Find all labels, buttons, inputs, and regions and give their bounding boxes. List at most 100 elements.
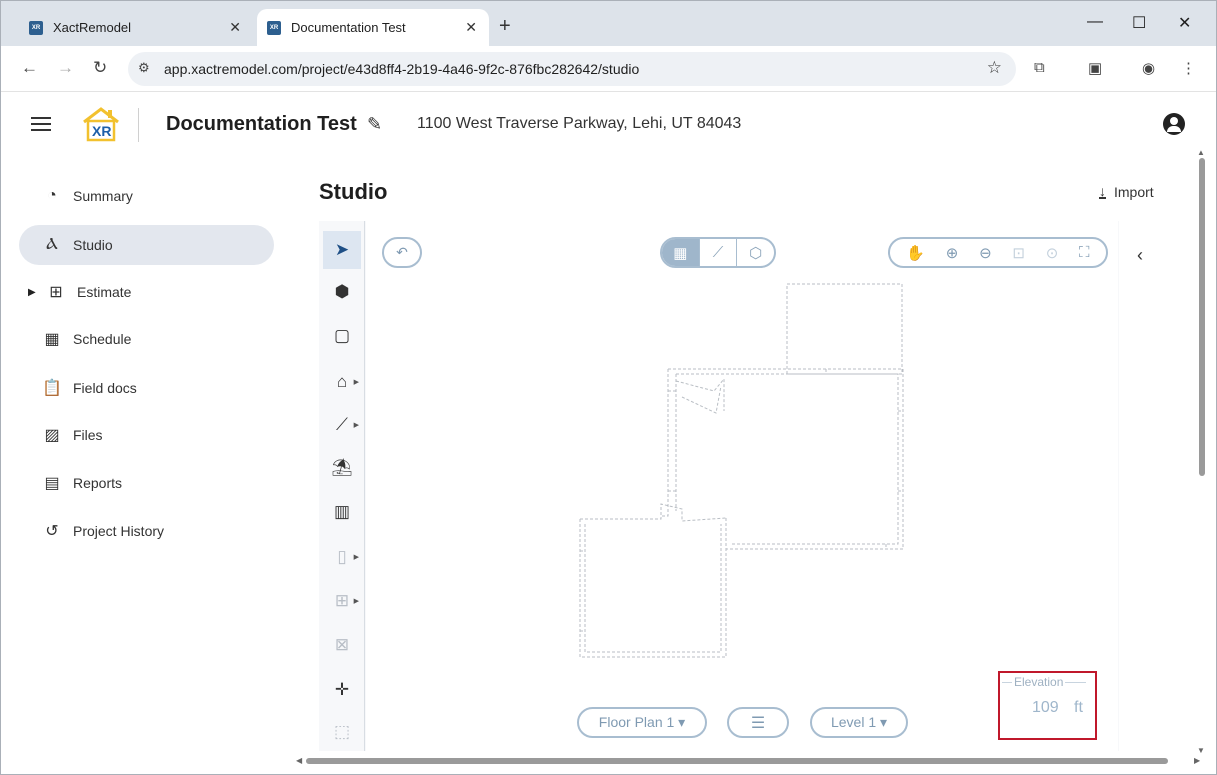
calendar-icon: ▦ [44,331,60,348]
tab-title: XactRemodel [53,20,132,35]
forward-arrow-icon[interactable]: → [57,58,74,78]
menu-dots-icon[interactable]: ⋮ [1181,59,1196,77]
sidebar-item-label: Files [73,427,103,443]
import-button[interactable]: ↓ Import [1099,184,1154,200]
tab-xactremodel[interactable]: XR XactRemodel ✕ [19,9,253,46]
maximize-button[interactable]: ☐ [1132,13,1146,33]
properties-panel-collapsed: ‹ [1119,221,1171,751]
level-dropdown[interactable]: Level 1 ▾ [810,707,908,738]
document-icon: ▤ [44,475,60,492]
sidebar-item-label: Field docs [73,380,137,396]
project-address: 1100 West Traverse Parkway, Lehi, UT 840… [417,115,742,132]
profile-icon[interactable]: ◉ [1142,59,1155,77]
sidebar-item-files[interactable]: ▨ Files [19,415,274,455]
edit-pencil-icon[interactable]: ✎ [367,114,382,135]
square-icon: ▢ [333,326,351,345]
sidebar-item-label: Estimate [77,284,132,300]
sidebar-item-label: Schedule [73,331,132,347]
submenu-arrow-icon: ▶ [353,379,359,386]
sidebar-item-reports[interactable]: ▤ Reports [19,463,274,503]
scrollbar-thumb[interactable] [1199,158,1205,476]
fence-tool[interactable]: ▥ [323,493,361,531]
chevron-left-icon[interactable]: ‹ [1137,245,1143,266]
extensions-icon[interactable]: ⧉ [1034,59,1045,76]
sidebar-item-label: Studio [73,237,113,253]
images-icon: ▨ [44,427,60,444]
rectangle-room-tool[interactable]: ▢ [323,317,361,355]
tab-title: Documentation Test [291,20,406,35]
stairs-icon: ⟋ [336,415,348,434]
clipboard-plus-icon: 📋 [42,380,62,397]
sidebar-nav: ◔ Summary Ⲁ Studio ▶ ⊞ Estimate ▦ Schedu… [1,158,301,768]
expand-caret-icon[interactable]: ▶ [28,287,36,298]
compass-icon: Ⲁ [46,236,58,253]
import-label: Import [1114,184,1154,200]
account-icon[interactable] [1163,113,1185,135]
url-text: app.xactremodel.com/project/e43d8ff4-2b1… [164,61,640,77]
scroll-right-arrow-icon[interactable]: ▶ [1194,756,1200,765]
sidebar-item-label: Reports [73,475,123,491]
xactremodel-logo[interactable]: XR [81,106,121,142]
door-icon: ▯ [337,547,347,566]
sidebar-item-label: Summary [73,188,133,204]
header-divider [138,108,139,142]
floor-plan-dropdown[interactable]: Floor Plan 1 ▾ [577,707,707,738]
tab-documentation-test[interactable]: XR Documentation Test ✕ [257,9,489,46]
horizontal-scrollbar[interactable]: ◀ ▶ [296,756,1204,766]
new-tab-button[interactable]: + [499,15,511,38]
app-header: XR Documentation Test ✎ 1100 West Traver… [1,92,1216,158]
room-tool[interactable]: ⬢ [323,273,361,311]
submenu-arrow-icon: ▶ [353,422,359,429]
reload-icon[interactable]: ↻ [93,58,107,78]
floor-plan-label: Floor Plan 1 ▾ [598,714,686,730]
close-tab-icon[interactable]: ✕ [229,19,241,36]
xr-favicon-icon: XR [267,20,281,35]
sidebar-item-field-docs[interactable]: 📋 Field docs [19,368,274,408]
tool-palette: ➤ ⬢ ▢ ⌂ ▶ ⟋ ▶ ⛱ ▥ ▯ ▶ ⊞ ▶ ⊠ ✛ ⬚ [319,221,365,751]
scroll-down-arrow-icon[interactable]: ▼ [1197,746,1205,755]
scroll-up-arrow-icon[interactable]: ▲ [1197,148,1205,157]
hamburger-menu-icon[interactable] [31,117,51,135]
split-tool[interactable]: ✛ [323,671,361,709]
close-window-button[interactable]: ✕ [1178,13,1191,33]
submenu-arrow-icon: ▶ [353,554,359,561]
back-arrow-icon[interactable]: ← [21,58,38,78]
house-icon: ⌂ [336,372,348,391]
sidebar-item-studio[interactable]: Ⲁ Studio [19,225,274,265]
crosshair-icon: ✛ [334,680,350,699]
address-bar[interactable]: ⚙ app.xactremodel.com/project/e43d8ff4-2… [128,52,1016,86]
close-tab-icon[interactable]: ✕ [465,19,477,36]
sidebar-item-summary[interactable]: ◔ Summary [19,176,274,216]
patio-umbrella-icon: ⛱ [331,458,353,477]
deck-tool[interactable]: ⛱ [323,449,361,487]
pointer-arrow-icon: ➤ [334,240,350,259]
xr-favicon-icon: XR [29,20,43,35]
door-tool[interactable]: ▯ ▶ [323,538,361,576]
select-pointer-tool[interactable]: ➤ [323,231,361,269]
tab-search-icon[interactable]: ▣ [1088,59,1102,77]
project-title: Documentation Test [166,113,357,135]
object-tool[interactable]: ⬚ [323,713,361,751]
logo-text: XR [92,123,112,139]
minimize-button[interactable]: — [1087,13,1103,31]
opening-tool[interactable]: ⊠ [323,626,361,664]
gauge-icon: ◔ [47,187,57,204]
fence-icon: ▥ [333,502,351,521]
bookmark-star-icon[interactable]: ☆ [987,58,1002,78]
scrollbar-thumb[interactable] [306,758,1168,764]
elevation-highlight-box [998,671,1097,740]
roof-tool[interactable]: ⌂ ▶ [323,363,361,401]
window-tool[interactable]: ⊞ ▶ [323,582,361,620]
tab-strip: XR XactRemodel ✕ XR Documentation Test ✕… [1,1,1216,46]
submenu-arrow-icon: ▶ [353,598,359,605]
site-info-icon[interactable]: ⚙ [138,60,150,76]
page-title: Studio [319,179,388,204]
sidebar-item-project-history[interactable]: ↺ Project History [19,511,274,551]
vertical-scrollbar[interactable]: ▲ ▼ [1196,148,1208,758]
window-icon: ⊞ [334,591,350,610]
scroll-left-arrow-icon[interactable]: ◀ [296,756,302,765]
sidebar-item-estimate[interactable]: ▶ ⊞ Estimate [19,272,274,312]
filter-settings-button[interactable]: ☰ [727,707,789,738]
stairs-tool[interactable]: ⟋ ▶ [323,406,361,444]
sidebar-item-schedule[interactable]: ▦ Schedule [19,319,274,359]
